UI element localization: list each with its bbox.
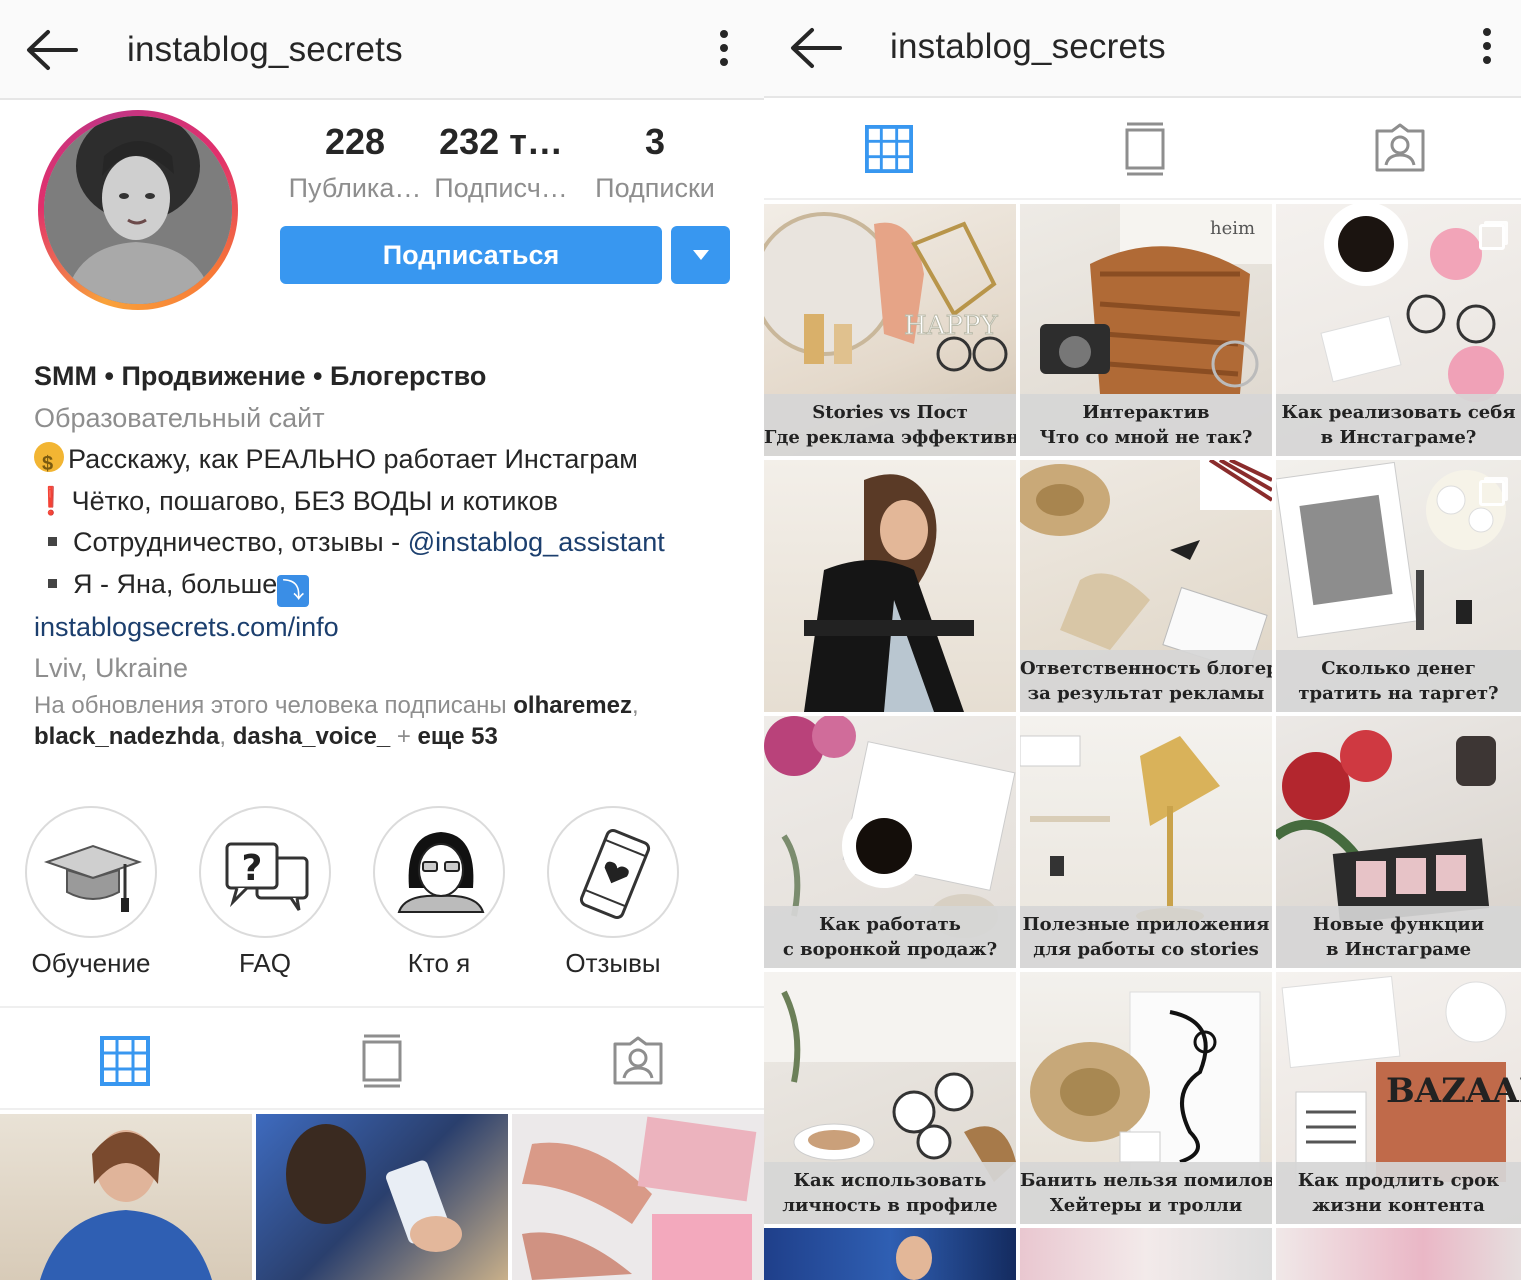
post-thumbnail[interactable]: Как работать с воронкой продаж? bbox=[764, 716, 1016, 968]
profile-panel-right: instablog_secrets HAPPY Stories vs Пост … bbox=[764, 0, 1521, 1280]
question-chat-icon: ? bbox=[225, 842, 309, 911]
highlight-label: Отзывы bbox=[565, 948, 661, 978]
more-options-icon[interactable] bbox=[1481, 28, 1493, 68]
avatar-photo bbox=[44, 116, 232, 304]
svg-text:?: ? bbox=[242, 848, 263, 889]
bio-mention-link[interactable]: @instablog_assistant bbox=[408, 527, 665, 557]
bio-category: Образовательный сайт bbox=[34, 402, 325, 433]
grid-icon[interactable] bbox=[100, 1036, 150, 1086]
post-thumbnail[interactable] bbox=[1276, 1228, 1521, 1280]
post-thumbnail[interactable]: Полезные приложения для работы со stories bbox=[1020, 716, 1272, 968]
post-thumbnail[interactable] bbox=[0, 1114, 252, 1280]
square-bullet-icon bbox=[48, 537, 57, 546]
square-bullet-icon bbox=[48, 578, 57, 588]
post-caption: Новые функции в Инстаграме bbox=[1276, 906, 1521, 968]
highlight-faq[interactable]: ? FAQ bbox=[198, 806, 332, 979]
exclamation-icon: ❗ bbox=[34, 485, 68, 516]
stat-posts-value: 228 bbox=[324, 121, 386, 162]
grid-icon[interactable] bbox=[865, 125, 913, 173]
post-caption: Как работать с воронкой продаж? bbox=[764, 906, 1016, 968]
bio-line-4: Я - Яна, больше ⤵ bbox=[34, 564, 754, 607]
post-caption: Stories vs ПостГде реклама эффективней? bbox=[764, 394, 1016, 456]
highlight-reviews[interactable]: Отзывы bbox=[546, 806, 680, 979]
bio-website-link[interactable]: instablogsecrets.com/info bbox=[34, 607, 754, 649]
post-caption: Как реализовать себя в Инстаграме? bbox=[1276, 394, 1521, 456]
post-thumbnail[interactable]: HAPPY Stories vs Пост Где реклама эффекти… bbox=[764, 204, 1016, 456]
stat-following[interactable]: 3 Подписки bbox=[590, 118, 720, 210]
profile-username: instablog_secrets bbox=[127, 30, 403, 69]
svg-text:BAZAAR: BAZAAR bbox=[1386, 1071, 1521, 1111]
carousel-icon bbox=[1479, 480, 1505, 506]
post-thumbnail[interactable]: Как реализовать себя в Инстаграме? bbox=[1276, 204, 1521, 456]
post-caption: Сколько денег тратить на таргет? bbox=[1276, 650, 1521, 712]
bio-line-1: Расскажу, как РЕАЛЬНО работает Инстаграм bbox=[34, 439, 754, 486]
arrow-down-icon: ⤵ bbox=[277, 574, 310, 607]
post-thumbnail[interactable]: Новые функции в Инстаграме bbox=[1276, 716, 1521, 968]
graduation-cap-icon bbox=[43, 844, 143, 912]
top-bar: instablog_secrets bbox=[764, 0, 1521, 98]
highlight-label: Кто я bbox=[407, 948, 471, 978]
bio-line-2: ❗ Чётко, пошагово, БЕЗ ВОДЫ и котиков bbox=[34, 481, 754, 523]
stat-followers[interactable]: 232 т… Подписч… bbox=[428, 118, 574, 210]
profile-tabs bbox=[764, 98, 1521, 200]
bio-location[interactable]: Lviv, Ukraine bbox=[34, 648, 754, 690]
follower-dasha-voice[interactable]: dasha_voice_ bbox=[233, 723, 390, 750]
profile-tabs bbox=[0, 1006, 764, 1110]
profile-username: instablog_secrets bbox=[890, 27, 1166, 66]
post-caption: Полезные приложения для работы со stories bbox=[1020, 906, 1272, 968]
post-thumbnail[interactable]: Как использовать личность в профиле bbox=[764, 972, 1016, 1224]
post-caption: Ответственность блогеровза результат рек… bbox=[1020, 650, 1272, 712]
post-thumbnail[interactable] bbox=[764, 1228, 1016, 1280]
stat-following-label: Подписки bbox=[595, 173, 715, 203]
person-glasses-icon bbox=[397, 832, 485, 913]
post-caption: Как использовать личность в профиле bbox=[764, 1162, 1016, 1224]
carousel-icon bbox=[1479, 224, 1505, 250]
post-thumbnail[interactable] bbox=[1020, 1228, 1272, 1280]
post-thumbnail[interactable]: heim Интерактив Что со мной не так? bbox=[1020, 204, 1272, 456]
post-caption: Как продлить срок жизни контента bbox=[1276, 1162, 1521, 1224]
post-thumbnail[interactable]: BAZAAR Как продлить срокжизни контента bbox=[1276, 972, 1521, 1224]
follow-button[interactable]: Подписаться bbox=[280, 226, 662, 284]
phone-heart-icon bbox=[579, 828, 651, 920]
svg-text:heim: heim bbox=[1210, 218, 1255, 239]
post-thumbnail[interactable] bbox=[512, 1114, 764, 1280]
back-arrow-icon[interactable] bbox=[24, 28, 78, 72]
stat-posts[interactable]: 228 Публика… bbox=[289, 118, 422, 210]
profile-bio: SMM • Продвижение • Блогерство Образоват… bbox=[34, 356, 754, 690]
post-thumbnail[interactable] bbox=[764, 460, 1016, 712]
stat-followers-label: Подписч… bbox=[434, 173, 568, 203]
tagged-icon[interactable] bbox=[1374, 123, 1426, 173]
back-arrow-icon[interactable] bbox=[788, 26, 842, 70]
feed-icon[interactable] bbox=[1123, 122, 1167, 176]
profile-panel-left: instablog_secrets 228 Публика… 232 т… По… bbox=[0, 0, 764, 1280]
bio-line-3: Сотрудничество, отзывы - @instablog_assi… bbox=[34, 522, 754, 564]
post-thumbnail[interactable]: Сколько денег тратить на таргет? bbox=[1276, 460, 1521, 712]
post-caption: Интерактив Что со мной не так? bbox=[1020, 394, 1272, 456]
followers-more[interactable]: еще 53 bbox=[418, 723, 498, 750]
chevron-down-icon bbox=[693, 250, 709, 260]
suggested-dropdown-button[interactable] bbox=[671, 226, 730, 284]
highlight-education[interactable]: Обучение bbox=[24, 806, 158, 979]
tagged-icon[interactable] bbox=[612, 1036, 664, 1086]
money-bag-icon bbox=[34, 442, 64, 486]
svg-text:HAPPY: HAPPY bbox=[904, 311, 998, 341]
stat-following-value: 3 bbox=[644, 121, 666, 162]
follower-olharemez[interactable]: olharemez bbox=[513, 692, 632, 719]
feed-icon[interactable] bbox=[360, 1034, 404, 1088]
highlight-label: FAQ bbox=[238, 948, 291, 978]
post-caption: Банить нельзя помиловатьХейтеры и тролли bbox=[1020, 1162, 1272, 1224]
post-thumbnail[interactable] bbox=[256, 1114, 508, 1280]
stat-posts-label: Публика… bbox=[288, 173, 422, 203]
follower-black-nadezhda[interactable]: black_nadezhda bbox=[34, 723, 219, 750]
top-bar: instablog_secrets bbox=[0, 0, 764, 100]
highlight-about[interactable]: Кто я bbox=[372, 806, 506, 979]
highlight-label: Обучение bbox=[31, 948, 151, 978]
post-thumbnail[interactable]: Ответственность блогеровза результат рек… bbox=[1020, 460, 1272, 712]
stat-followers-value: 232 т… bbox=[439, 121, 563, 162]
more-options-icon[interactable] bbox=[718, 30, 730, 70]
avatar[interactable] bbox=[38, 110, 238, 310]
post-thumbnail[interactable]: Банить нельзя помиловатьХейтеры и тролли bbox=[1020, 972, 1272, 1224]
bio-name: SMM • Продвижение • Блогерство bbox=[34, 361, 487, 391]
followed-by-text[interactable]: На обновления этого человека подписаны o… bbox=[34, 690, 754, 752]
